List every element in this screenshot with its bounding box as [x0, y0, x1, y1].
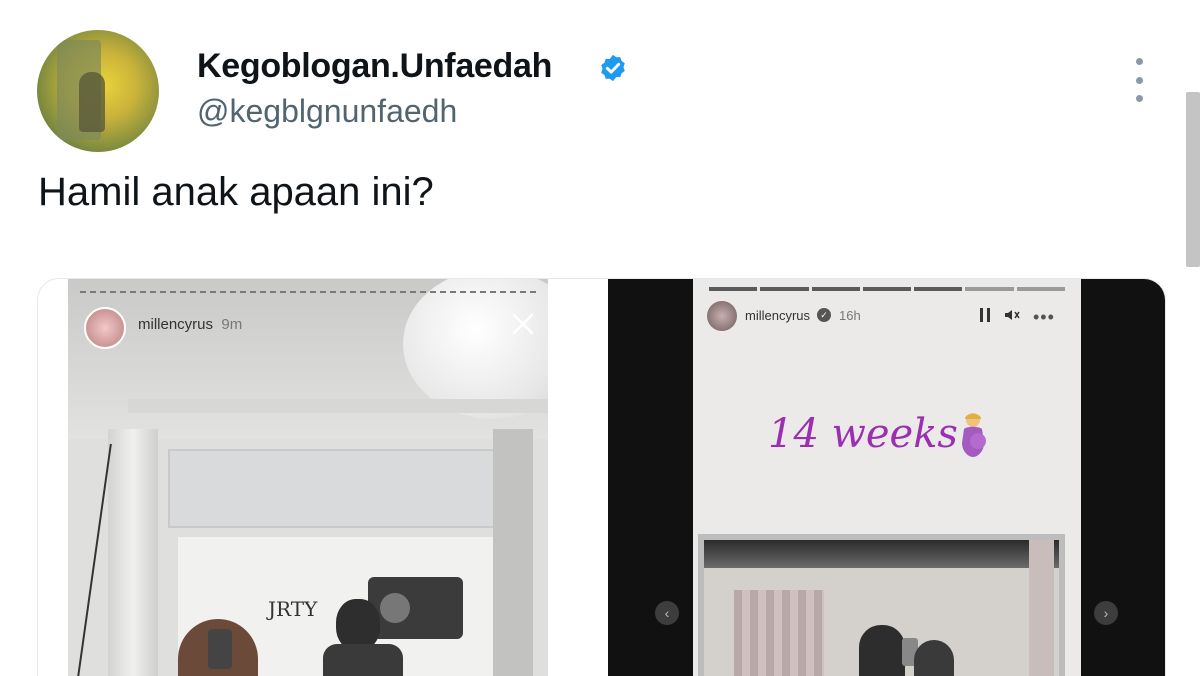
story-time: 9m: [221, 316, 243, 333]
avatar[interactable]: [37, 30, 159, 152]
media-image-right[interactable]: millencyrus ✓ 16h ••• 14 weeks ‹ ›: [608, 279, 1165, 676]
story-progress-bar: [709, 287, 1065, 291]
phone: [208, 629, 232, 669]
story-time: 16h: [839, 308, 861, 323]
user-handle[interactable]: @kegblgnunfaedh: [197, 93, 457, 130]
media-image-left[interactable]: JRTY millencyrus 9m: [68, 279, 548, 676]
tweet-text: Hamil anak apaan ini?: [38, 170, 434, 214]
story-avatar: [84, 307, 126, 349]
person-selfie: [914, 640, 954, 676]
chevron-left-icon[interactable]: ‹: [655, 601, 679, 625]
curtain: [734, 590, 824, 676]
wall-art-text: JRTY: [268, 597, 318, 621]
story-caption: 14 weeks: [768, 411, 958, 457]
mute-icon[interactable]: [1003, 306, 1021, 324]
avatar-figure-shape: [79, 72, 105, 132]
scrollbar[interactable]: [1186, 92, 1200, 267]
display-name[interactable]: Kegoblogan.Unfaedah: [197, 47, 552, 86]
boombox-art: [368, 577, 463, 639]
person-selfie: [859, 625, 905, 676]
more-vertical-icon[interactable]: [1124, 58, 1154, 102]
pause-icon[interactable]: [978, 307, 992, 323]
story-frame: millencyrus ✓ 16h ••• 14 weeks: [693, 279, 1081, 676]
verified-badge-icon: ✓: [817, 308, 831, 322]
story-more-icon[interactable]: •••: [1033, 307, 1055, 328]
story-avatar: [707, 301, 737, 331]
tweet-media-grid: JRTY millencyrus 9m millencyrus ✓ 16h ••…: [37, 278, 1166, 676]
mirror: [698, 534, 1065, 676]
story-username: millencyrus: [745, 308, 811, 323]
pregnant-woman-emoji: [962, 413, 986, 457]
story-username: millencyrus 9m: [138, 316, 243, 333]
story-progress-bar: [80, 291, 536, 296]
close-icon[interactable]: [508, 309, 538, 339]
verified-badge-icon: [601, 54, 625, 82]
chevron-right-icon[interactable]: ›: [1094, 601, 1118, 625]
